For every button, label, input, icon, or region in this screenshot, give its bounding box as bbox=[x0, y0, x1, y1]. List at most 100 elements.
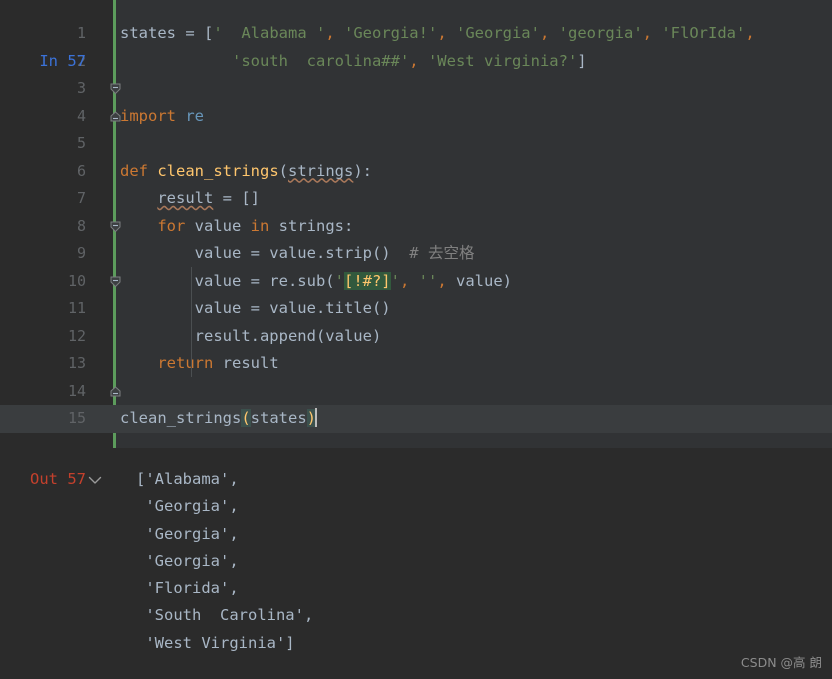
line-number: 14 bbox=[67, 381, 86, 400]
token-string-georgia-bang: 'Georgia!' bbox=[334, 24, 438, 42]
token-keyword-for: for bbox=[157, 216, 186, 235]
code-text: value = value.strip() # 去空格 bbox=[120, 240, 475, 268]
token-arg-states: states bbox=[250, 409, 307, 427]
token-comment: # 去空格 bbox=[390, 244, 475, 262]
token-var-result: result bbox=[157, 189, 214, 207]
token-comma: , bbox=[539, 24, 550, 42]
code-line-1[interactable]: 1 states = [' Alabama ', 'Georgia!', 'Ge… bbox=[0, 20, 832, 94]
token-comma: , bbox=[400, 271, 410, 290]
line-number: 6 bbox=[76, 161, 86, 180]
token-empty-string: '' bbox=[409, 271, 438, 290]
code-text: result = [] bbox=[120, 185, 260, 213]
token-comma: , bbox=[745, 24, 755, 42]
output-line: 'Georgia', bbox=[136, 551, 239, 570]
token-comma: , bbox=[409, 51, 419, 70]
token-string-georgia: 'Georgia' bbox=[446, 24, 540, 42]
token-bracket-close: ] bbox=[577, 51, 587, 70]
token-keyword-def: def bbox=[120, 161, 148, 180]
text-caret bbox=[315, 408, 318, 427]
token-call-clean-strings: clean_strings bbox=[120, 409, 242, 427]
token-title-call: value = value.title() bbox=[194, 299, 391, 317]
line-number: 13 bbox=[67, 354, 86, 372]
output-line: ['Alabama', bbox=[136, 470, 239, 488]
output-line: 'Georgia', bbox=[136, 524, 239, 543]
code-line-7[interactable]: 7 result = [] bbox=[0, 185, 832, 213]
code-text: def clean_strings(strings): bbox=[120, 158, 372, 186]
token-paren-open-matched: ( bbox=[241, 409, 251, 427]
code-line-8[interactable]: 8 for value in strings: bbox=[0, 213, 832, 287]
token-string-west-virginia: 'West virginia?' bbox=[418, 51, 578, 70]
token-string-south-carolina: 'south carolina##' bbox=[231, 51, 410, 70]
code-line-4[interactable]: 4 import re bbox=[0, 103, 832, 131]
output-area: Out 57 ['Alabama', 'Georgia', 'Georgia',… bbox=[0, 448, 832, 679]
token-regex-highlight: [!#?] bbox=[343, 271, 391, 290]
token-keyword-import: import bbox=[120, 106, 176, 125]
token-loop-var: value bbox=[185, 216, 251, 235]
code-line-11[interactable]: 11 value = value.title() bbox=[0, 295, 832, 323]
code-line-2[interactable]: 2 'south carolina##', 'West virginia?'] bbox=[0, 48, 832, 121]
output-line: 'Georgia', bbox=[136, 497, 239, 516]
code-line-3[interactable]: 3 bbox=[0, 75, 832, 103]
code-line-9[interactable]: 9 value = value.strip() # 去空格 bbox=[0, 240, 832, 268]
token-keyword-return: return bbox=[157, 354, 214, 372]
code-line-10[interactable]: 10 value = re.sub('[!#?]', '', value) bbox=[0, 268, 832, 296]
code-text: states = [' Alabama ', 'Georgia!', 'Geor… bbox=[120, 20, 755, 48]
editor-top-strip bbox=[0, 0, 832, 20]
token-comma: , bbox=[642, 24, 652, 42]
line-number: 3 bbox=[76, 79, 86, 97]
chevron-down-icon[interactable] bbox=[88, 466, 106, 494]
line-number: 10 bbox=[67, 271, 86, 290]
line-number: 12 bbox=[67, 326, 86, 345]
token-paren-open: ( bbox=[278, 161, 288, 180]
token-assign-empty-list: = [] bbox=[213, 189, 260, 207]
code-line-13[interactable]: 13 return result bbox=[0, 350, 832, 424]
code-line-14[interactable]: 14 bbox=[0, 378, 832, 406]
line-number: 11 bbox=[67, 299, 86, 317]
token-assign: = [ bbox=[176, 24, 214, 42]
in-prompt-label: In 57 bbox=[39, 52, 86, 70]
code-line-12[interactable]: 12 result.append(value) bbox=[0, 323, 832, 396]
token-quote-open: ' bbox=[334, 271, 344, 290]
change-bar-top bbox=[113, 0, 116, 20]
token-strip-call: value = value.strip() bbox=[194, 244, 391, 262]
code-text: import re bbox=[120, 103, 204, 131]
output-text: ['Alabama', 'Georgia', 'Georgia', 'Georg… bbox=[136, 466, 313, 657]
token-comma: , bbox=[325, 24, 335, 42]
line-number: 5 bbox=[76, 134, 86, 152]
watermark: CSDN @高 朗 bbox=[740, 655, 822, 670]
output-line: 'West Virginia'] bbox=[136, 633, 295, 652]
token-resub-call: value = re.sub( bbox=[194, 271, 335, 290]
token-string-alabama: ' Alabama ' bbox=[213, 24, 326, 42]
token-return-value: result bbox=[213, 354, 279, 372]
code-line-6[interactable]: 6 def clean_strings(strings): bbox=[0, 158, 832, 232]
line-number: 15 bbox=[67, 409, 86, 427]
token-function-name: clean_strings bbox=[148, 161, 279, 180]
token-states-var: states bbox=[120, 24, 176, 42]
token-iterable-strings: strings: bbox=[269, 216, 354, 235]
code-editor[interactable]: 1 states = [' Alabama ', 'Georgia!', 'Ge… bbox=[0, 20, 832, 448]
token-arg-value: value) bbox=[446, 271, 513, 290]
token-module-re: re bbox=[176, 106, 204, 125]
line-number: 7 bbox=[76, 189, 86, 207]
output-line: 'Florida', bbox=[136, 579, 239, 598]
token-keyword-in: in bbox=[250, 216, 270, 235]
indent-guide bbox=[191, 267, 192, 377]
code-line-15[interactable]: 15 clean_strings(states) bbox=[0, 405, 832, 433]
token-paren-close: ): bbox=[353, 161, 372, 180]
token-param-strings: strings bbox=[288, 161, 354, 180]
line-number: 1 bbox=[76, 24, 86, 42]
code-text: result.append(value) bbox=[120, 323, 382, 351]
code-line-5[interactable]: 5 bbox=[0, 130, 832, 158]
code-text: value = value.title() bbox=[120, 295, 391, 323]
line-number: 9 bbox=[76, 244, 86, 262]
output-line: 'South Carolina', bbox=[136, 606, 314, 625]
out-prompt-label: Out 57 bbox=[30, 470, 86, 488]
token-string-georgia-lower: 'georgia' bbox=[549, 24, 643, 42]
token-comma: , bbox=[437, 24, 447, 42]
token-string-florida: 'FlOrIda' bbox=[652, 24, 746, 42]
